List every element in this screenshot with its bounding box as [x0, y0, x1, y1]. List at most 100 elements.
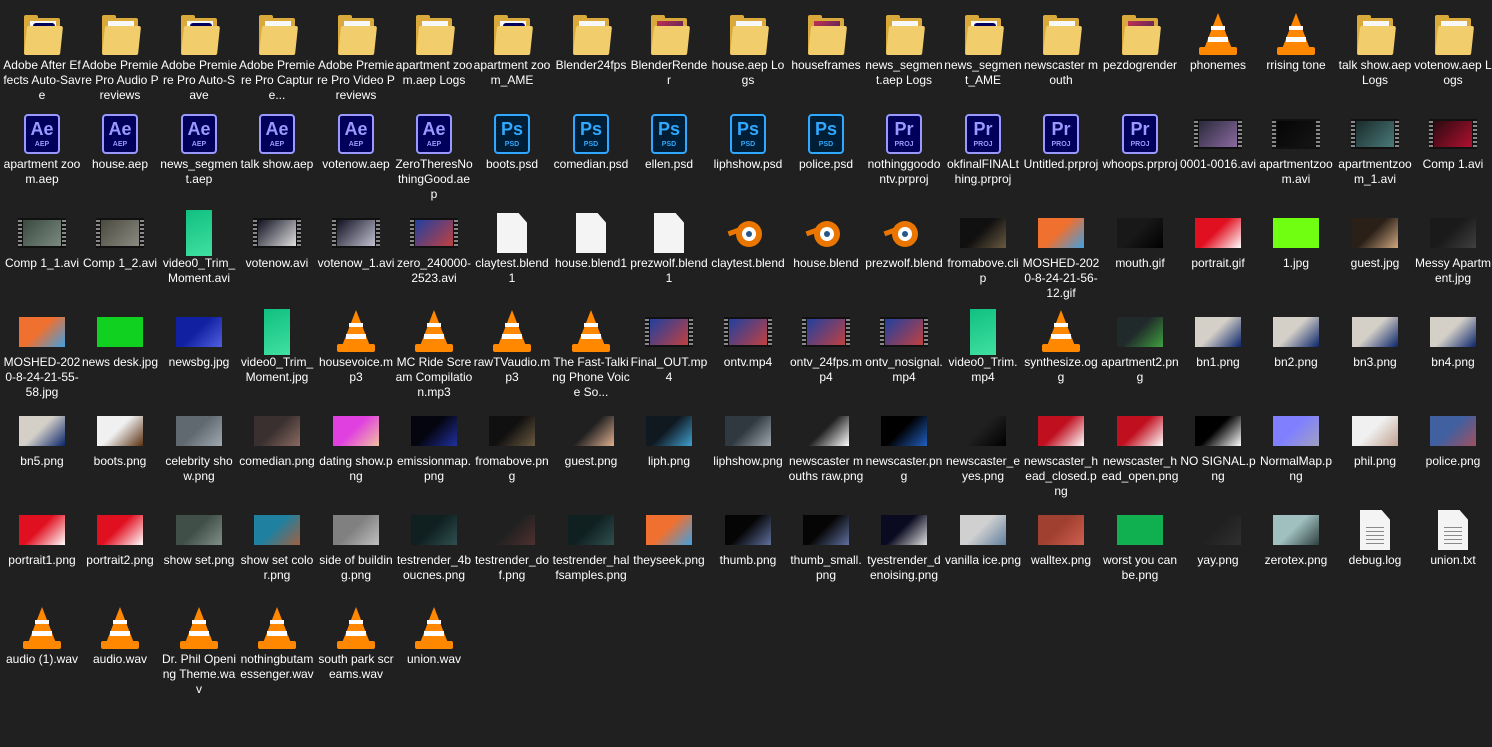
file-item[interactable]: 0001-0016.avi [1180, 103, 1256, 199]
file-item[interactable]: claytest.blend [711, 202, 785, 298]
file-item[interactable]: portrait.gif [1181, 202, 1255, 298]
file-item[interactable]: bn3.png [1338, 301, 1412, 397]
file-item[interactable]: rrising tone [1259, 4, 1333, 100]
file-item[interactable]: bn1.png [1181, 301, 1255, 397]
file-item[interactable]: mouth.gif [1103, 202, 1177, 298]
file-item[interactable]: PrAdobe Premiere Pro Auto-Save [161, 4, 237, 102]
file-item[interactable]: The Fast-Talking Phone Voice So... [552, 301, 630, 399]
file-item[interactable]: apartment zoom.aep Logs [396, 4, 472, 100]
file-item[interactable]: side of building.png [319, 499, 393, 595]
file-item[interactable]: bn5.png [5, 400, 79, 496]
file-item[interactable]: zerotex.png [1259, 499, 1333, 595]
file-item[interactable]: newscaster mouth [1024, 4, 1098, 100]
file-item[interactable]: Pr PROJ okfinalFINALthing.prproj [946, 103, 1020, 199]
file-item[interactable]: Comp 1.avi [1416, 103, 1490, 199]
file-item[interactable]: Adobe Premiere Pro Capture... [239, 4, 315, 102]
file-item[interactable]: show set color.png [240, 499, 314, 595]
file-item[interactable]: dating show.png [319, 400, 393, 496]
file-item[interactable]: yay.png [1181, 499, 1255, 595]
file-item[interactable]: prezwolf.blend [865, 202, 943, 298]
file-item[interactable]: rawTVaudio.mp3 [474, 301, 550, 397]
file-item[interactable]: ontv_nosignal.mp4 [865, 301, 943, 397]
file-item[interactable]: Adobe Premiere Pro Video Previews [317, 4, 395, 102]
file-item[interactable]: news_segment.aep Logs [865, 4, 943, 100]
file-item[interactable]: union.wav [397, 598, 471, 694]
file-item[interactable]: Blender24fps [554, 4, 628, 100]
file-item[interactable]: phonemes [1181, 4, 1255, 100]
file-item[interactable]: zero_240000-2523.avi [397, 202, 471, 298]
file-item[interactable]: NormalMap.png [1259, 400, 1333, 496]
file-item[interactable]: newscaster.png [866, 400, 942, 496]
file-item[interactable]: Pr PROJ Untitled.prproj [1024, 103, 1098, 199]
file-item[interactable]: MOSHED-2020-8-24-21-55-58.jpg [4, 301, 80, 399]
file-item[interactable]: emissionmap.png [397, 400, 471, 496]
file-item[interactable]: Ps PSD boots.psd [475, 103, 549, 199]
file-item[interactable]: debug.log [1338, 499, 1412, 595]
file-item[interactable]: newscaster_head_open.png [1102, 400, 1178, 496]
file-item[interactable]: testrender_halfsamples.png [553, 499, 629, 595]
file-item[interactable]: MC Ride Scream Compilation.mp3 [396, 301, 472, 399]
file-item[interactable]: house.blend [789, 202, 863, 298]
file-item[interactable]: comedian.png [239, 400, 315, 496]
file-item[interactable]: vanilla ice.png [945, 499, 1021, 595]
file-item[interactable]: votenow.aep Logs [1414, 4, 1492, 100]
file-item[interactable]: Dr. Phil Opening Theme.wav [162, 598, 236, 696]
file-item[interactable]: claytest.blend1 [475, 202, 549, 298]
file-item[interactable]: thumb.png [711, 499, 785, 595]
file-item[interactable]: video0_Trim.mp4 [946, 301, 1020, 397]
file-item[interactable]: BlenderRender [631, 4, 707, 100]
file-item[interactable]: Ae AEP news_segment.aep [160, 103, 238, 199]
file-item[interactable]: apartmentzoom_1.avi [1338, 103, 1412, 199]
file-item[interactable]: house.blend1 [554, 202, 628, 298]
file-item[interactable]: MOSHED-2020-8-24-21-56-12.gif [1023, 202, 1099, 300]
file-item[interactable]: south park screams.wav [318, 598, 394, 694]
file-item[interactable]: Ps PSD ellen.psd [632, 103, 706, 199]
file-item[interactable]: houseframes [789, 4, 863, 100]
file-item[interactable]: newsbg.jpg [162, 301, 236, 397]
file-item[interactable]: Pr PROJ whoops.prproj [1102, 103, 1178, 199]
file-item[interactable]: prezwolf.blend1 [630, 202, 708, 298]
file-item[interactable]: celebrity show.png [162, 400, 236, 496]
file-item[interactable]: Ae news_segment_AME [944, 4, 1022, 100]
file-item[interactable]: Ae AEP ZeroTheresNothingGood.aep [395, 103, 473, 201]
file-item[interactable]: video0_Trim_Moment.avi [162, 202, 236, 298]
file-item[interactable]: newscaster_head_closed.png [1024, 400, 1098, 498]
file-item[interactable]: votenow_1.avi [318, 202, 394, 298]
file-item[interactable]: nothingbutamessenger.wav [240, 598, 314, 694]
file-item[interactable]: boots.png [83, 400, 157, 496]
file-item[interactable]: audio (1).wav [5, 598, 79, 694]
file-item[interactable]: Ae AEP apartment zoom.aep [4, 103, 80, 199]
file-item[interactable]: Ps PSD police.psd [789, 103, 863, 199]
file-item[interactable]: Ae AEP talk show.aep [240, 103, 314, 199]
file-item[interactable]: police.png [1416, 400, 1490, 496]
file-item[interactable]: Ae apartment zoom_AME [474, 4, 550, 100]
file-item[interactable]: liph.png [632, 400, 706, 496]
file-item[interactable]: AeAdobe After Effects Auto-Save [3, 4, 81, 102]
file-item[interactable]: news desk.jpg [82, 301, 158, 397]
file-item[interactable]: fromabove.png [475, 400, 549, 496]
file-item[interactable]: worst you can be.png [1103, 499, 1177, 595]
file-item[interactable]: tyestrender_denoising.png [867, 499, 941, 595]
file-item[interactable]: votenow.avi [240, 202, 314, 298]
file-item[interactable]: theyseek.png [632, 499, 706, 595]
file-item[interactable]: guest.jpg [1338, 202, 1412, 298]
file-item[interactable]: NO SIGNAL.png [1180, 400, 1256, 496]
file-item[interactable]: pezdogrender [1103, 4, 1177, 100]
file-item[interactable]: Ae AEP house.aep [83, 103, 157, 199]
file-item[interactable]: thumb_small.png [789, 499, 863, 595]
file-item[interactable]: portrait1.png [5, 499, 79, 595]
file-item[interactable]: Comp 1_1.avi [5, 202, 79, 298]
file-item[interactable]: audio.wav [83, 598, 157, 694]
file-item[interactable]: Ae AEP votenow.aep [319, 103, 393, 199]
file-item[interactable]: guest.png [554, 400, 628, 496]
file-item[interactable]: Comp 1_2.avi [83, 202, 157, 298]
file-item[interactable]: fromabove.clip [946, 202, 1020, 298]
file-item[interactable]: Messy Apartment.jpg [1415, 202, 1491, 298]
file-item[interactable]: apartmentzoom.avi [1259, 103, 1333, 199]
file-item[interactable]: synthesize.ogg [1024, 301, 1098, 397]
file-item[interactable]: ontv.mp4 [711, 301, 785, 397]
file-item[interactable]: apartment2.png [1101, 301, 1179, 397]
file-item[interactable]: union.txt [1416, 499, 1490, 595]
file-item[interactable]: Final_OUT.mp4 [631, 301, 707, 397]
file-item[interactable]: housevoice.mp3 [319, 301, 393, 397]
